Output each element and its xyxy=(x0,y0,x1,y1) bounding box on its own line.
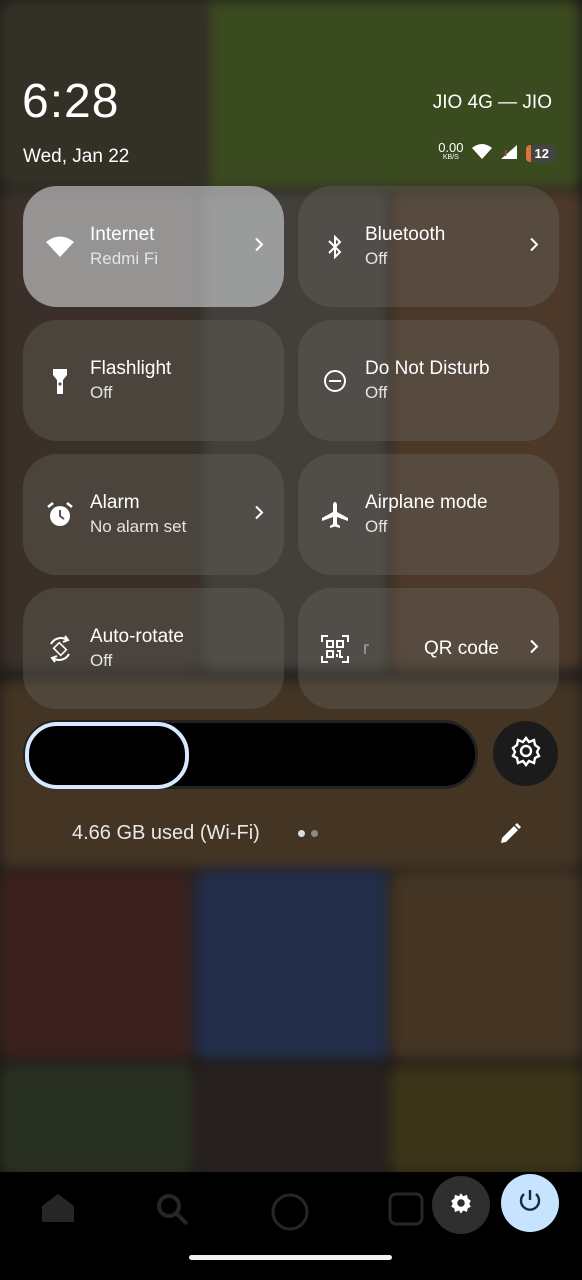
brightness-slider-thumb[interactable] xyxy=(25,722,189,789)
tile-auto-rotate[interactable]: Auto-rotate Off xyxy=(23,588,284,709)
flashlight-icon xyxy=(45,366,75,396)
gear-icon xyxy=(510,735,542,772)
tile-subtitle: Off xyxy=(90,382,113,402)
page-dot-active xyxy=(298,830,305,837)
airplane-icon xyxy=(320,500,350,530)
brightness-slider[interactable] xyxy=(23,720,478,789)
tile-title: Internet xyxy=(90,223,155,245)
battery-indicator: 12 xyxy=(525,144,556,162)
gear-icon xyxy=(449,1191,473,1220)
explore-icon xyxy=(270,1192,310,1237)
navigation-bar xyxy=(0,1172,582,1280)
tile-subtitle: Redmi Fi xyxy=(90,248,159,268)
auto-rotate-icon xyxy=(45,634,75,664)
reels-icon xyxy=(388,1192,424,1231)
tile-bluetooth[interactable]: Bluetooth Off xyxy=(298,186,559,307)
tile-airplane-mode[interactable]: Airplane mode Off xyxy=(298,454,559,575)
tile-title: Flashlight xyxy=(90,357,172,379)
power-icon xyxy=(517,1188,543,1219)
tile-flashlight[interactable]: Flashlight Off xyxy=(23,320,284,441)
system-icons: 0.00 KB/S 12 xyxy=(438,141,556,163)
tile-internet[interactable]: Internet Redmi Fi xyxy=(23,186,284,307)
edit-pencil-icon[interactable] xyxy=(498,822,522,851)
wifi-icon xyxy=(45,232,75,262)
qr-scanner-icon xyxy=(320,634,350,664)
tile-title: Do Not Disturb xyxy=(365,357,490,379)
clock[interactable]: 6:28 xyxy=(22,74,119,129)
tile-title: Airplane mode xyxy=(365,491,488,513)
signal-icon xyxy=(500,144,518,163)
page-dot xyxy=(311,830,318,837)
tile-title: Auto-rotate xyxy=(90,625,184,647)
chevron-right-icon[interactable] xyxy=(254,236,264,257)
search-icon xyxy=(155,1192,189,1231)
network-speed: 0.00 KB/S xyxy=(438,141,463,163)
gesture-handle[interactable] xyxy=(189,1255,392,1260)
brightness-settings-button[interactable] xyxy=(493,721,558,786)
power-button[interactable] xyxy=(501,1174,559,1232)
settings-button[interactable] xyxy=(432,1176,490,1234)
chevron-right-icon[interactable] xyxy=(254,504,264,525)
wifi-icon xyxy=(471,143,492,163)
home-icon xyxy=(40,1192,76,1229)
alarm-icon xyxy=(45,500,75,530)
scrolling-text-fragment: r xyxy=(363,638,369,658)
tile-subtitle: No alarm set xyxy=(90,516,187,536)
status-area: 6:28 Wed, Jan 22 JIO 4G — JIO 0.00 KB/S … xyxy=(0,0,582,185)
chevron-right-icon[interactable] xyxy=(529,236,539,257)
tile-title: Bluetooth xyxy=(365,223,446,245)
data-usage-label[interactable]: 4.66 GB used (Wi-Fi) xyxy=(72,822,260,845)
tile-title: Alarm xyxy=(90,491,140,513)
tile-alarm[interactable]: Alarm No alarm set xyxy=(23,454,284,575)
quick-settings-grid: Internet Redmi Fi Bluetooth Off Flashlig… xyxy=(23,186,559,709)
tile-subtitle: Off xyxy=(365,516,388,536)
tile-subtitle: Off xyxy=(90,650,113,670)
bluetooth-icon xyxy=(320,232,350,262)
page-indicator xyxy=(298,830,318,837)
tile-subtitle: Off xyxy=(365,248,388,268)
chevron-right-icon[interactable] xyxy=(529,638,539,659)
tile-qr-code[interactable]: r QR code xyxy=(298,588,559,709)
date[interactable]: Wed, Jan 22 xyxy=(23,146,129,168)
tile-subtitle: Off xyxy=(365,382,388,402)
do-not-disturb-icon xyxy=(320,366,350,396)
carrier-label: JIO 4G — JIO xyxy=(432,92,552,113)
tile-title: QR code xyxy=(424,637,499,659)
tile-do-not-disturb[interactable]: Do Not Disturb Off xyxy=(298,320,559,441)
